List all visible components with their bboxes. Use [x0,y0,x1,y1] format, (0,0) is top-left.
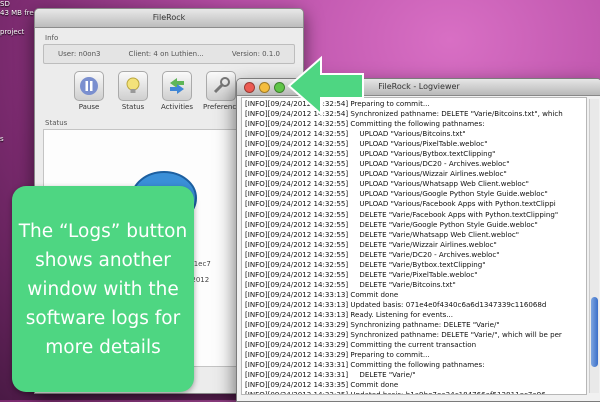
log-line: [INFO][09/24/2012 14:33:29] Synchronized… [245,330,562,340]
log-line: [INFO][09/24/2012 14:33:35] Commit done [245,380,399,390]
log-line: [INFO][09/24/2012 14:33:13] Ready. Liste… [245,309,454,319]
log-line: [INFO][09/24/2012 14:32:55] DELETE "Vari… [245,229,520,239]
bulb-icon [118,71,148,101]
info-label: Info [45,34,59,42]
preferences-button[interactable]: Preferences [203,71,244,111]
desktop-label-project: project [0,28,25,36]
pause-label: Pause [78,103,100,111]
log-line: [INFO][09/24/2012 14:33:31] DELETE "Vari… [245,370,416,380]
log-line: [INFO][09/24/2012 14:32:55] DELETE "Vari… [245,209,559,219]
activities-icon [162,71,192,101]
log-line: [INFO][09/24/2012 14:32:55] UPLOAD "Vari… [245,179,529,189]
scrollbar-thumb[interactable] [591,297,598,367]
version-label: Version: 0.1.0 [231,50,280,58]
log-line: [INFO][09/24/2012 14:32:55] UPLOAD "Vari… [245,139,488,149]
user-label: User: n0on3 [58,50,101,58]
log-line: [INFO][09/24/2012 14:32:55] UPLOAD "Vari… [245,159,510,169]
left-arrow-icon [287,55,364,117]
pause-button[interactable]: Pause [71,71,107,111]
log-line: [INFO][09/24/2012 14:33:13] Updated basi… [245,299,547,309]
log-line: [INFO][09/24/2012 14:33:29] Synchronizin… [245,320,500,330]
log-line: [INFO][09/24/2012 14:32:55] UPLOAD "Vari… [245,129,466,139]
log-text-area[interactable]: [INFO][09/24/2012 14:32:54] Preparing to… [241,97,587,395]
log-line: [INFO][09/24/2012 14:32:55] DELETE "Vari… [245,279,456,289]
log-line: [INFO][09/24/2012 14:32:55] UPLOAD "Vari… [245,149,496,159]
desktop-label-sd: SD [0,0,10,8]
log-scrollbar[interactable] [589,99,599,393]
log-line: [INFO][09/24/2012 14:33:13] Commit done [245,289,399,299]
callout-box: The “Logs” button shows another window w… [12,186,194,392]
callout-text: The “Logs” button shows another window w… [18,220,188,358]
log-line: [INFO][09/24/2012 14:33:29] Committing t… [245,340,477,350]
desktop-labels: SD 43 MB free project s [0,0,38,144]
log-line: [INFO][09/24/2012 14:33:31] Committing t… [245,360,485,370]
log-line: [INFO][09/24/2012 14:32:55] DELETE "Vari… [245,269,478,279]
filerock-toolbar: Pause Status Activities Preferences [71,71,244,111]
logviewer-window: FileRock - Logviewer [INFO][09/24/2012 1… [236,78,600,402]
log-line: [INFO][09/24/2012 14:32:55] UPLOAD "Vari… [245,169,507,179]
log-line: [INFO][09/24/2012 14:32:55] Committing t… [245,119,485,129]
log-line: [INFO][09/24/2012 14:32:55] DELETE "Vari… [245,219,538,229]
desktop-label-s: s [0,135,4,143]
log-line: [INFO][09/24/2012 14:33:35] Updated basi… [245,390,546,395]
activities-label: Activities [161,103,193,111]
log-line: [INFO][09/24/2012 14:32:55] DELETE "Vari… [245,239,497,249]
status-label: Status [121,103,145,111]
log-line: [INFO][09/24/2012 14:33:29] Preparing to… [245,350,430,360]
status-button[interactable]: Status [115,71,151,111]
preferences-icon [206,71,236,101]
info-box: User: n0on3 Client: 4 on Luthien... Vers… [43,44,295,64]
log-line: [INFO][09/24/2012 14:32:55] UPLOAD "Vari… [245,189,548,199]
pause-icon [74,71,104,101]
activities-button[interactable]: Activities [159,71,195,111]
desktop-label-free: 43 MB free [0,9,39,17]
filerock-titlebar[interactable]: FileRock [35,9,303,28]
log-lines: [INFO][09/24/2012 14:32:54] Preparing to… [242,98,586,395]
log-line: [INFO][09/24/2012 14:32:55] DELETE "Vari… [245,259,486,269]
client-label: Client: 4 on Luthien... [128,50,204,58]
log-line: [INFO][09/24/2012 14:32:55] DELETE "Vari… [245,249,500,259]
status-section-label: Status [45,119,68,127]
log-line: [INFO][09/24/2012 14:32:55] UPLOAD "Vari… [245,199,556,209]
